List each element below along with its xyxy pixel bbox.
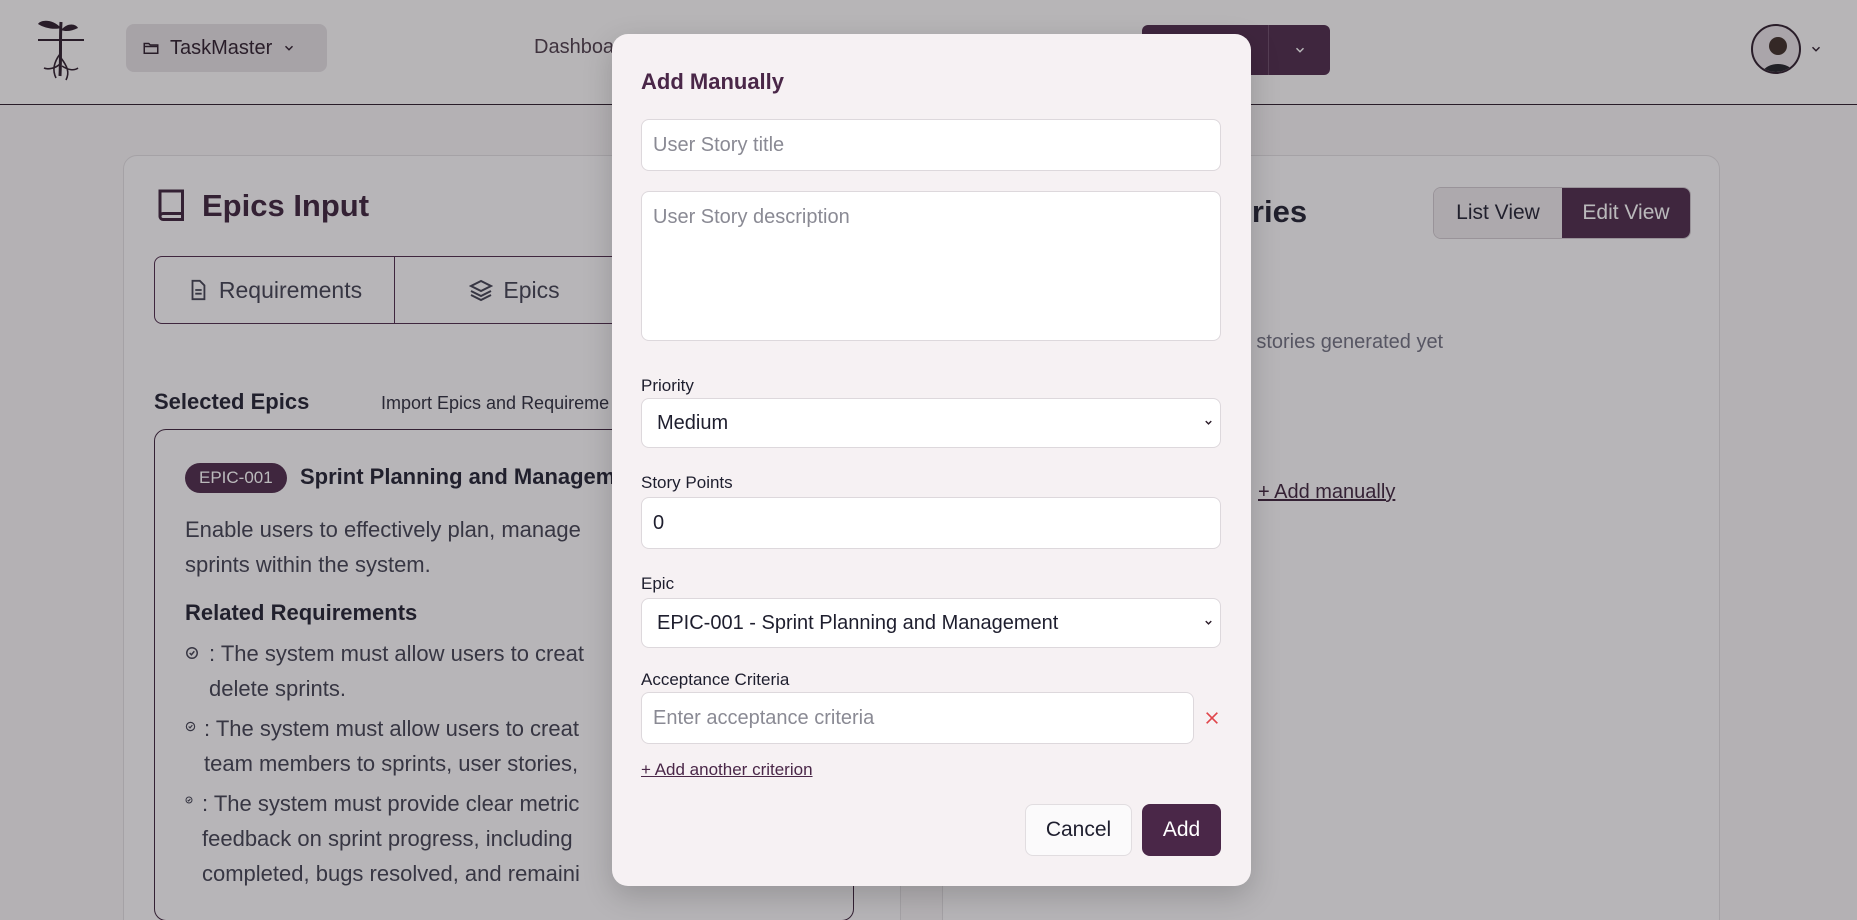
close-icon [1206, 712, 1218, 724]
acceptance-criteria-label: Acceptance Criteria [641, 670, 790, 689]
add-button[interactable]: Add [1142, 804, 1221, 856]
modal-title: Add Manually [641, 69, 785, 94]
story-points-value: 0 [653, 511, 665, 534]
priority-select[interactable]: Medium [641, 398, 1221, 448]
story-points-input[interactable]: 0 [641, 497, 1221, 549]
story-points-label: Story Points [641, 473, 733, 492]
story-title-input[interactable] [641, 119, 1221, 171]
epic-select[interactable]: EPIC-001 - Sprint Planning and Managemen… [641, 598, 1221, 648]
chevron-down-icon [1205, 620, 1212, 625]
priority-value: Medium [657, 411, 729, 434]
epic-select-value: EPIC-001 - Sprint Planning and Managemen… [657, 611, 1059, 634]
add-criterion-link[interactable]: + Add another criterion [641, 760, 813, 780]
chevron-down-icon [1205, 420, 1212, 425]
epic-label: Epic [641, 574, 675, 593]
story-description-textarea[interactable] [641, 191, 1221, 341]
remove-criterion-button[interactable] [1201, 707, 1223, 729]
priority-label: Priority [641, 376, 694, 395]
add-manually-modal: Add Manually Priority Medium Story Point… [612, 34, 1251, 886]
cancel-button[interactable]: Cancel [1025, 804, 1132, 856]
acceptance-criteria-input[interactable] [641, 692, 1194, 744]
